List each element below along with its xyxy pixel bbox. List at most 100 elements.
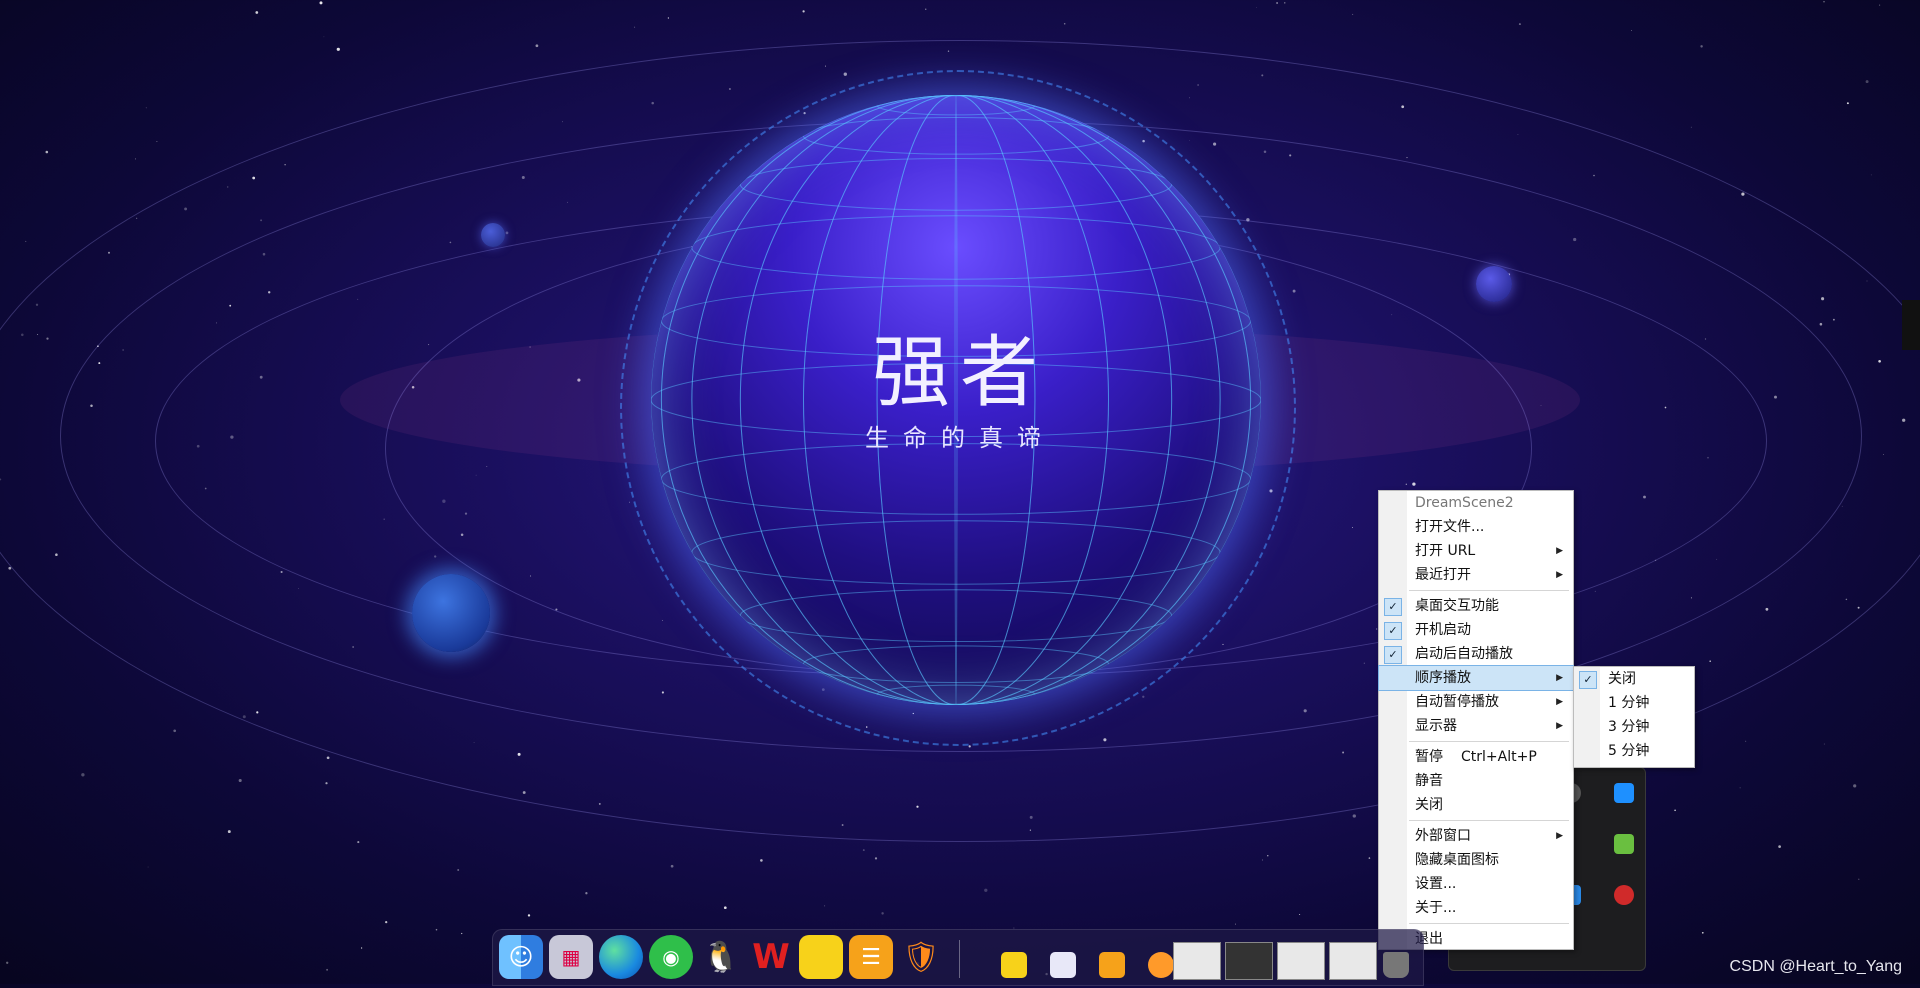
menu-item[interactable]: 关于...	[1379, 896, 1573, 920]
star	[723, 906, 727, 910]
menu-item[interactable]: 设置...	[1379, 872, 1573, 896]
menu-item-label: 静音	[1415, 773, 1443, 789]
tray-app-icon[interactable]	[1614, 783, 1634, 803]
submenu-arrow-icon: ▶	[1556, 546, 1563, 556]
window-thumbnail[interactable]	[1277, 942, 1325, 980]
window-thumbnail[interactable]	[1329, 942, 1377, 980]
star	[881, 912, 884, 915]
submenu-item[interactable]: 1 分钟	[1574, 691, 1694, 715]
star	[323, 36, 325, 38]
star	[255, 11, 259, 14]
star	[1879, 4, 1881, 6]
edge-widget[interactable]	[1902, 300, 1920, 350]
star	[357, 841, 360, 844]
menu-item: DreamScene2	[1379, 491, 1573, 515]
taskbar-dock: ☺ ▦ ◉ 🐧 W ☰ 🛡	[492, 929, 1424, 986]
star	[1823, 743, 1825, 745]
menu-item-label: 打开 URL	[1415, 543, 1476, 559]
star	[227, 830, 231, 834]
star	[1745, 740, 1747, 742]
reminders-icon[interactable]: ☰	[849, 935, 893, 979]
star	[1261, 859, 1264, 861]
menu-item[interactable]: 自动暂停播放 ▶	[1379, 690, 1573, 714]
star	[1063, 22, 1066, 25]
star	[238, 778, 242, 783]
finder-icon[interactable]: ☺	[499, 935, 543, 979]
submenu-item[interactable]: 3 分钟	[1574, 715, 1694, 739]
star	[802, 10, 805, 13]
submenu-arrow-icon: ▶	[1556, 570, 1563, 580]
calculator-icon[interactable]	[1099, 952, 1125, 978]
submenu-arrow-icon: ▶	[1556, 673, 1563, 683]
star	[1690, 126, 1692, 128]
colorful-app-icon[interactable]	[1050, 952, 1076, 978]
wps-icon[interactable]: W	[749, 935, 793, 979]
launchpad-icon[interactable]: ▦	[549, 935, 593, 979]
menu-item[interactable]: 隐藏桌面图标	[1379, 848, 1573, 872]
context-menu: DreamScene2 打开文件... 打开 URL ▶ 最近打开 ▶ 桌面交互功能 ✓ 开机启…	[1378, 490, 1574, 950]
checkmark-icon: ✓	[1384, 622, 1402, 640]
menu-item[interactable]: 最近打开 ▶	[1379, 563, 1573, 587]
submenu-item-label: 关闭	[1608, 671, 1636, 687]
sticky-notes-icon[interactable]	[799, 935, 843, 979]
wechat-icon[interactable]: ◉	[649, 935, 693, 979]
star	[360, 947, 363, 949]
submenu-item-label: 3 分钟	[1608, 719, 1650, 735]
dock-separator	[959, 940, 960, 978]
star	[1518, 23, 1521, 26]
star	[134, 158, 136, 160]
star	[1701, 931, 1704, 934]
tray-app-icon[interactable]	[1614, 834, 1634, 854]
qq-icon[interactable]: 🐧	[699, 935, 743, 979]
menu-item[interactable]: 开机启动 ✓	[1379, 618, 1573, 642]
menu-item-label: 显示器	[1415, 718, 1457, 734]
star	[1853, 784, 1857, 788]
trash-icon[interactable]	[1383, 952, 1409, 978]
menu-item[interactable]: 顺序播放 ▶	[1378, 665, 1574, 691]
star	[824, 905, 826, 907]
submenu-item[interactable]: 5 分钟	[1574, 739, 1694, 763]
star	[457, 869, 460, 871]
menu-item[interactable]: 外部窗口 ▶	[1379, 824, 1573, 848]
star	[634, 26, 636, 28]
star	[156, 140, 158, 143]
wallpaper-subtitle: 生命的真谛	[865, 424, 1055, 452]
menu-item[interactable]: 静音	[1379, 769, 1573, 793]
menu-separator	[1409, 820, 1569, 821]
star	[1631, 30, 1632, 32]
globe-latitude-line	[739, 157, 1173, 211]
menu-item[interactable]: 打开文件...	[1379, 515, 1573, 539]
globe-latitude-line	[660, 443, 1252, 515]
star	[1865, 80, 1869, 84]
sticky-note-small-icon[interactable]	[1001, 952, 1027, 978]
menu-item-label: 自动暂停播放	[1415, 694, 1499, 710]
menu-item-shortcut: Ctrl+Alt+P	[1461, 749, 1537, 765]
menu-item-label: 暂停	[1415, 749, 1443, 765]
menu-item[interactable]: 桌面交互功能 ✓	[1379, 594, 1573, 618]
menu-item[interactable]: 打开 URL ▶	[1379, 539, 1573, 563]
star	[1368, 857, 1371, 859]
tray-app-icon[interactable]	[1614, 885, 1634, 905]
window-thumbnail[interactable]	[1173, 942, 1221, 980]
menu-item-label: 隐藏桌面图标	[1415, 852, 1499, 868]
submenu-item[interactable]: 关闭 ✓	[1574, 667, 1694, 691]
watermark: CSDN @Heart_to_Yang	[1729, 958, 1902, 975]
menu-item[interactable]: 启动后自动播放 ✓	[1379, 642, 1573, 666]
menu-item[interactable]: 暂停 Ctrl+Alt+P	[1379, 745, 1573, 769]
menu-item-label: 关闭	[1415, 797, 1443, 813]
star	[45, 150, 49, 154]
shield-small-icon[interactable]	[1148, 952, 1174, 978]
fire-shield-icon[interactable]: 🛡	[899, 935, 943, 979]
menu-item[interactable]: 显示器 ▶	[1379, 714, 1573, 738]
checkmark-icon: ✓	[1579, 671, 1597, 689]
star	[173, 729, 177, 733]
window-thumbnail[interactable]	[1225, 942, 1273, 980]
star	[1858, 878, 1860, 880]
planet-left	[412, 574, 490, 652]
globe-latitude-line	[803, 645, 1109, 683]
star	[435, 928, 438, 931]
star	[1352, 814, 1356, 818]
star	[326, 756, 330, 760]
menu-item[interactable]: 关闭	[1379, 793, 1573, 817]
edge-icon[interactable]	[599, 935, 643, 979]
